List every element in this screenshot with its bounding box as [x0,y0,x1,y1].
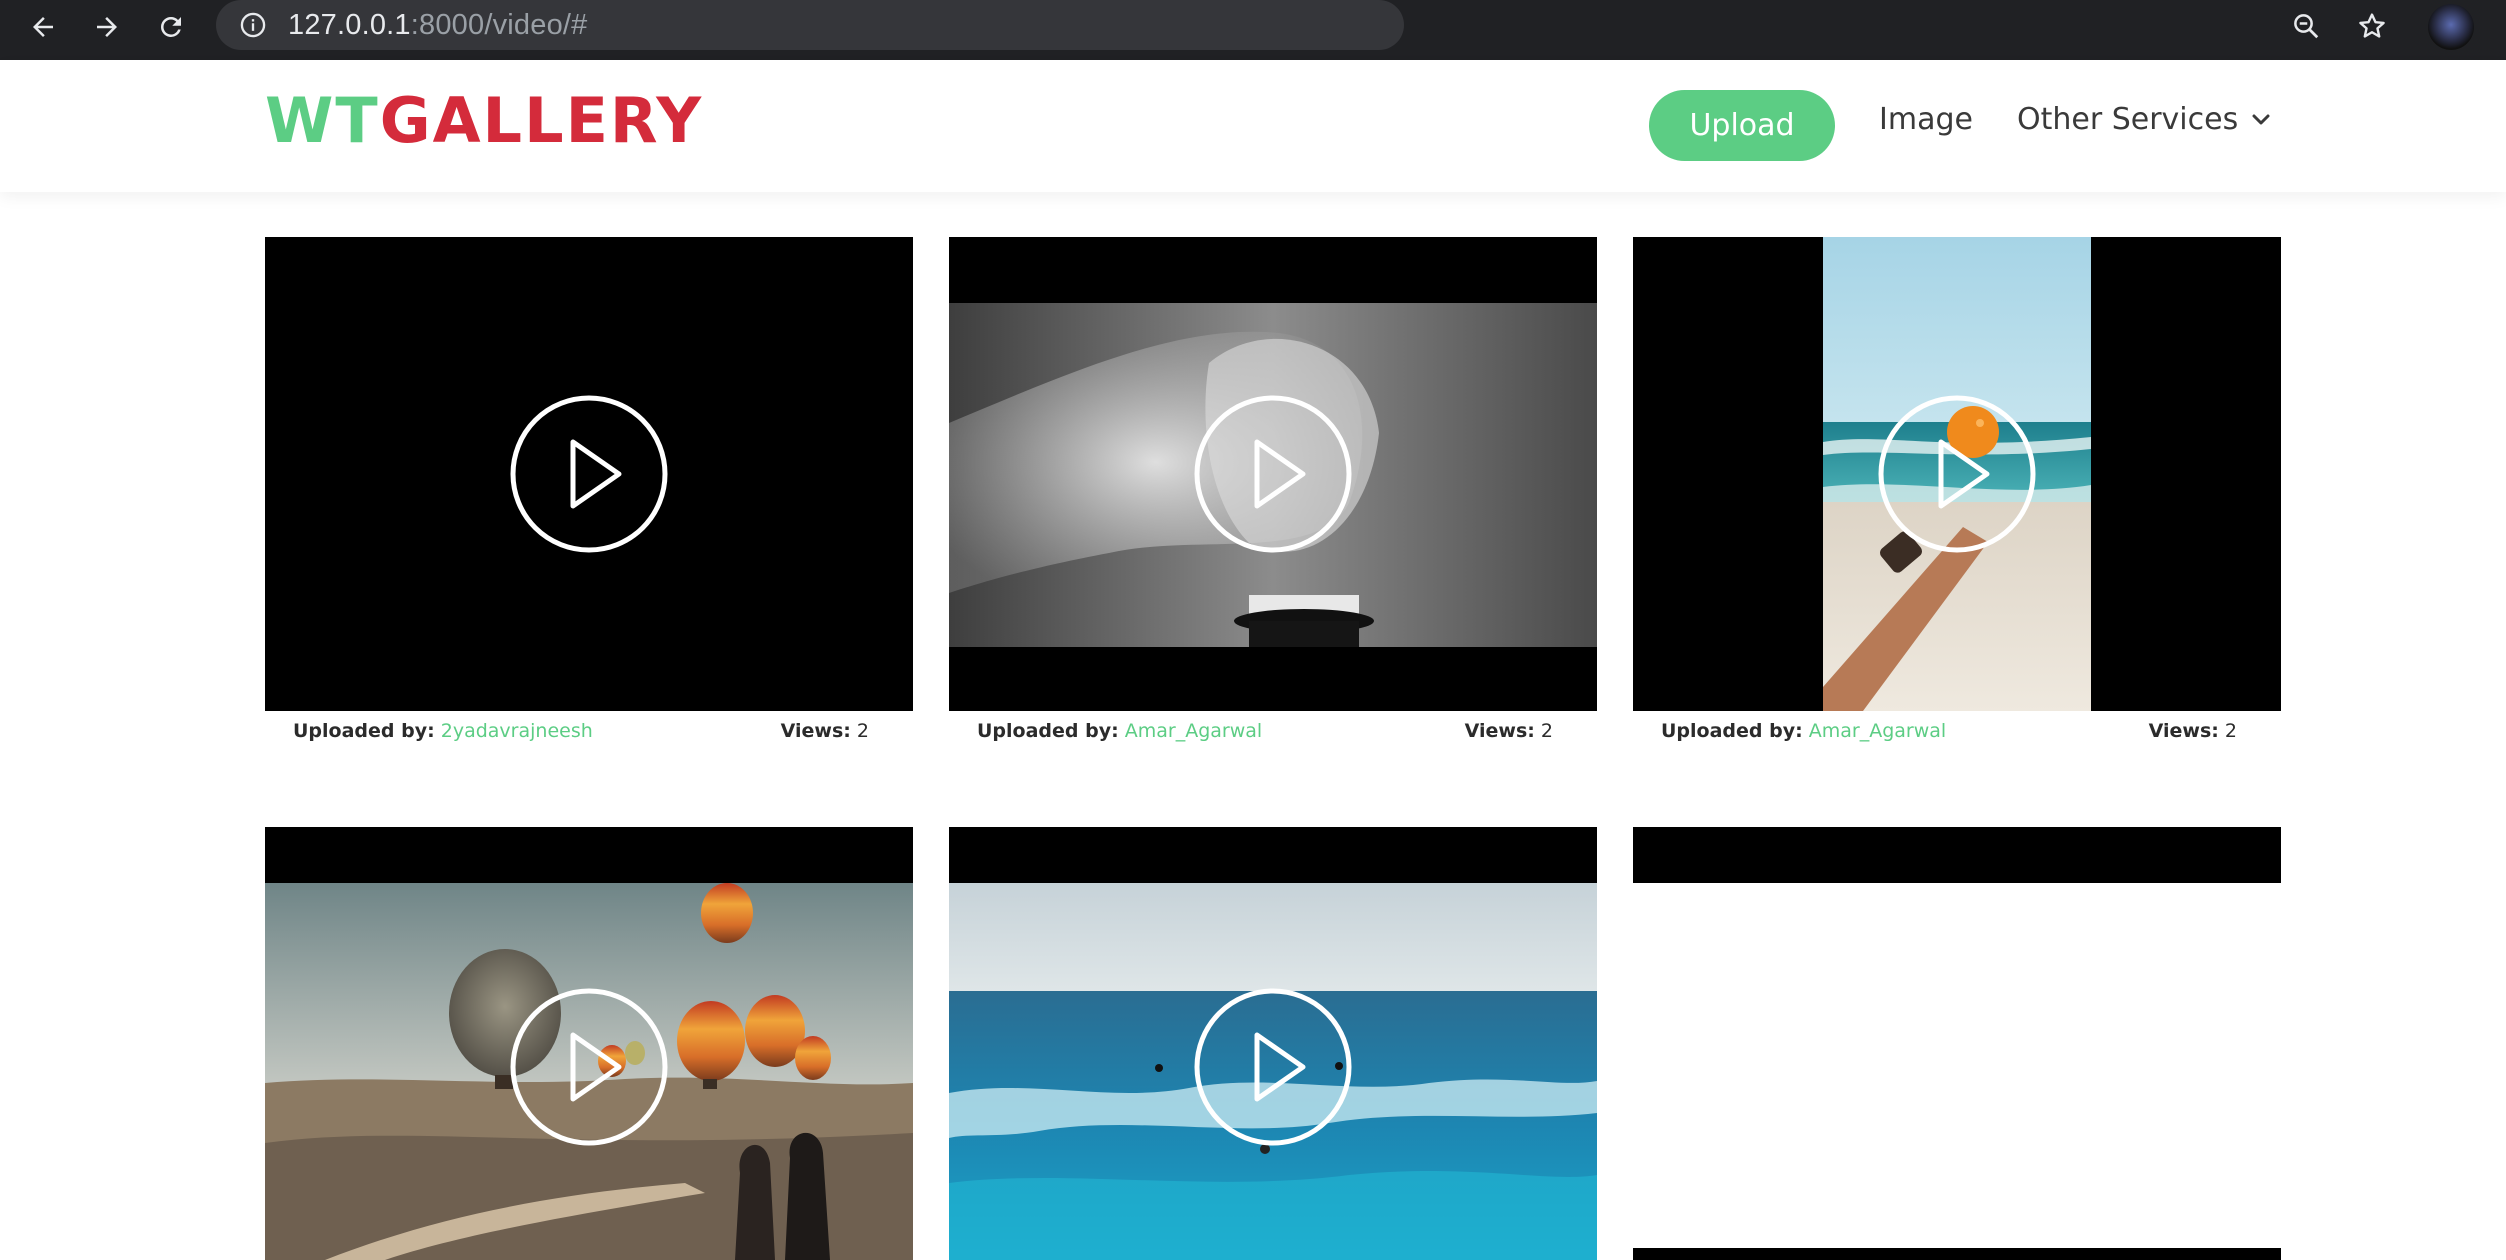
logo-gallery: GALLERY [379,84,704,157]
url-host: 127.0.0.1 [288,8,411,41]
video-player[interactable] [949,237,1597,711]
forward-arrow-icon[interactable] [82,2,132,52]
url-path: :8000/video/# [410,8,588,41]
other-services-label: Other Services [2017,102,2239,137]
url-text[interactable]: 127.0.0.1:8000/video/# [288,9,588,42]
bookmark-star-icon[interactable] [2348,2,2396,50]
views-info: Views: 2 [781,720,869,742]
uploader-link[interactable]: Amar_Agarwal [1125,720,1262,742]
uploaded-by-label: Uploaded by: [293,720,435,742]
chevron-down-icon [2252,114,2270,125]
address-bar[interactable]: 127.0.0.1:8000/video/# [216,0,1404,50]
logo-wt: WT [265,84,380,157]
letterbox-top [1633,827,2281,883]
views-label: Views: [1464,720,1535,742]
play-icon[interactable] [509,394,669,554]
nav-other-services[interactable]: Other Services [2017,105,2270,135]
video-player[interactable] [949,827,1597,1260]
browser-toolbar: 127.0.0.1:8000/video/# [0,0,2506,60]
video-player[interactable] [265,827,913,1260]
play-icon[interactable] [509,987,669,1147]
uploader-info: Uploaded by: Amar_Agarwal [977,720,1262,742]
views-count: 2 [856,720,869,742]
site-header: WTGALLERY Upload Image Other Services [0,60,2506,192]
site-logo[interactable]: WTGALLERY [265,90,703,152]
uploader-link[interactable]: 2yadavrajneesh [441,720,593,742]
uploaded-by-label: Uploaded by: [977,720,1119,742]
upload-button[interactable]: Upload [1649,90,1835,161]
play-icon[interactable] [1193,394,1353,554]
uploaded-by-label: Uploaded by: [1661,720,1803,742]
video-player[interactable] [265,237,913,711]
zoom-icon[interactable] [2282,2,2330,50]
uploader-info: Uploaded by: Amar_Agarwal [1661,720,1946,742]
views-info: Views: 2 [1465,720,1553,742]
nav-image-link[interactable]: Image [1879,105,1973,135]
views-label: Views: [2148,720,2219,742]
play-icon[interactable] [1193,987,1353,1147]
play-icon[interactable] [1877,394,2037,554]
video-player[interactable] [1633,237,2281,711]
uploader-link[interactable]: Amar_Agarwal [1809,720,1946,742]
video-player[interactable] [1633,827,2281,1260]
letterbox-bottom [1633,1248,2281,1260]
uploader-info: Uploaded by: 2yadavrajneesh [293,720,593,742]
reload-icon[interactable] [146,2,196,52]
back-arrow-icon[interactable] [18,2,68,52]
views-count: 2 [1540,720,1553,742]
views-count: 2 [2224,720,2237,742]
profile-avatar[interactable] [2428,4,2474,50]
views-label: Views: [780,720,851,742]
views-info: Views: 2 [2149,720,2237,742]
info-icon[interactable] [238,10,268,40]
